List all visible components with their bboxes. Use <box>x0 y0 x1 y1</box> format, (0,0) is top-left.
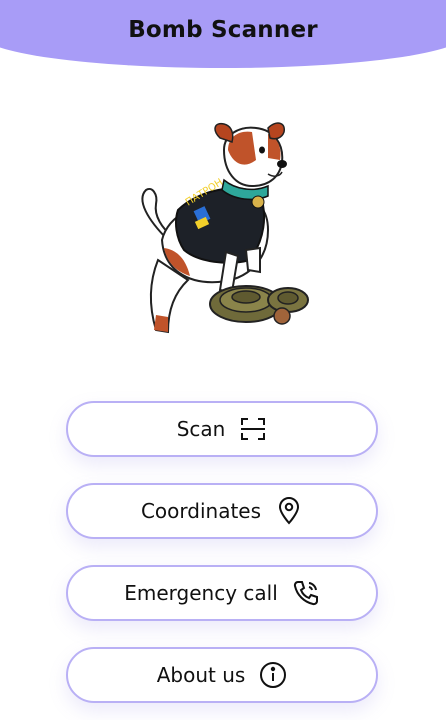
phone-call-icon <box>292 579 320 607</box>
scan-icon <box>239 415 267 443</box>
scan-button-label: Scan <box>176 417 226 441</box>
app-title: Bomb Scanner <box>128 17 318 43</box>
scan-button[interactable]: Scan <box>66 401 378 457</box>
info-icon <box>259 661 287 689</box>
dog-illustration: ПАТРОН <box>128 120 318 342</box>
emergency-call-button[interactable]: Emergency call <box>66 565 378 621</box>
location-pin-icon <box>275 497 303 525</box>
about-us-button[interactable]: About us <box>66 647 378 703</box>
coordinates-button-label: Coordinates <box>140 499 262 523</box>
coordinates-button[interactable]: Coordinates <box>66 483 378 539</box>
about-us-button-label: About us <box>156 663 246 687</box>
emergency-call-button-label: Emergency call <box>124 581 278 605</box>
